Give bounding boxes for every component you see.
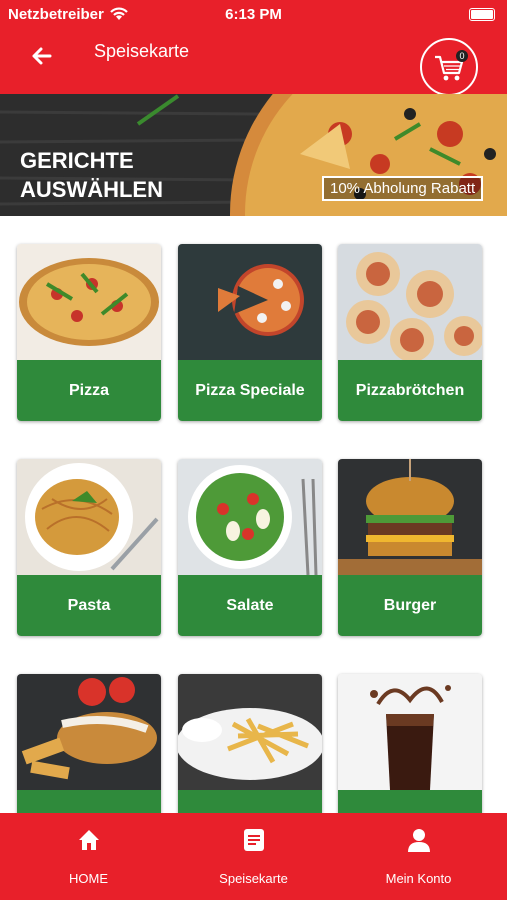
nav-speisekarte[interactable]: Speisekarte	[169, 813, 338, 900]
pizza-rolls-image	[338, 244, 482, 360]
soft-drink-image	[338, 674, 482, 790]
category-label: Hähnchenschnit	[17, 790, 161, 813]
cart-count-badge: 0	[456, 50, 468, 62]
category-label: Pizza	[17, 360, 161, 421]
category-label: Alkoholfreie	[338, 790, 482, 813]
banner-headline-line2: AUSWÄHLEN	[20, 177, 163, 202]
category-card-pizzabroetchen[interactable]: Pizzabrötchen	[338, 244, 482, 421]
shopping-cart-icon	[435, 55, 464, 81]
category-card-salate[interactable]: Salate	[178, 459, 322, 636]
user-icon	[408, 829, 430, 852]
home-icon	[79, 830, 99, 850]
promo-label: 10% Abholung Rabatt	[322, 176, 484, 201]
category-card-pasta[interactable]: Pasta	[17, 459, 161, 636]
banner-headline-line1: GERICHTE	[20, 148, 134, 173]
banner-headline: GERICHTE AUSWÄHLEN	[20, 146, 163, 204]
battery-icon	[469, 8, 495, 21]
status-time: 6:13 PM	[225, 6, 282, 23]
pasta-image	[17, 459, 161, 575]
category-card-burger[interactable]: Burger	[338, 459, 482, 636]
nav-speisekarte-label: Speisekarte	[219, 871, 288, 886]
category-label	[178, 790, 322, 813]
category-grid: Pizza Pizza Speciale Pizzabrötchen Pasta…	[0, 216, 507, 813]
category-card-haehnchenschnitzel[interactable]: Hähnchenschnit	[17, 674, 161, 813]
category-label: Pizza Speciale	[178, 360, 322, 421]
category-label: Salate	[178, 575, 322, 636]
salad-image	[178, 459, 322, 575]
cart-button[interactable]: 0	[420, 38, 478, 96]
status-bar: Netzbetreiber 6:13 PM	[0, 0, 507, 30]
category-card-alkoholfreie[interactable]: Alkoholfreie	[338, 674, 482, 813]
nav-home[interactable]: HOME	[4, 813, 173, 900]
category-card-pizza-speciale[interactable]: Pizza Speciale	[178, 244, 322, 421]
category-label: Pizzabrötchen	[338, 360, 482, 421]
category-label: Pasta	[17, 575, 161, 636]
bottom-navigation: HOME Speisekarte Mein Konto	[0, 813, 507, 900]
category-card-pommes[interactable]	[178, 674, 322, 813]
pizza-image	[17, 244, 161, 360]
burger-image	[338, 459, 482, 575]
category-label: Burger	[338, 575, 482, 636]
chicken-schnitzel-image	[17, 674, 161, 790]
app-bar: Speisekarte 0	[0, 30, 507, 96]
nav-mein-konto-label: Mein Konto	[385, 871, 452, 886]
fries-image	[178, 674, 322, 790]
promo-banner: GERICHTE AUSWÄHLEN 10% Abholung Rabatt	[0, 94, 507, 216]
menu-list-icon	[244, 829, 264, 851]
pizza-speciale-image	[178, 244, 322, 360]
category-card-pizza[interactable]: Pizza	[17, 244, 161, 421]
back-arrow-icon[interactable]	[22, 36, 62, 76]
nav-mein-konto[interactable]: Mein Konto	[334, 813, 503, 900]
page-title: Speisekarte	[94, 41, 190, 61]
nav-home-label: HOME	[69, 871, 108, 886]
